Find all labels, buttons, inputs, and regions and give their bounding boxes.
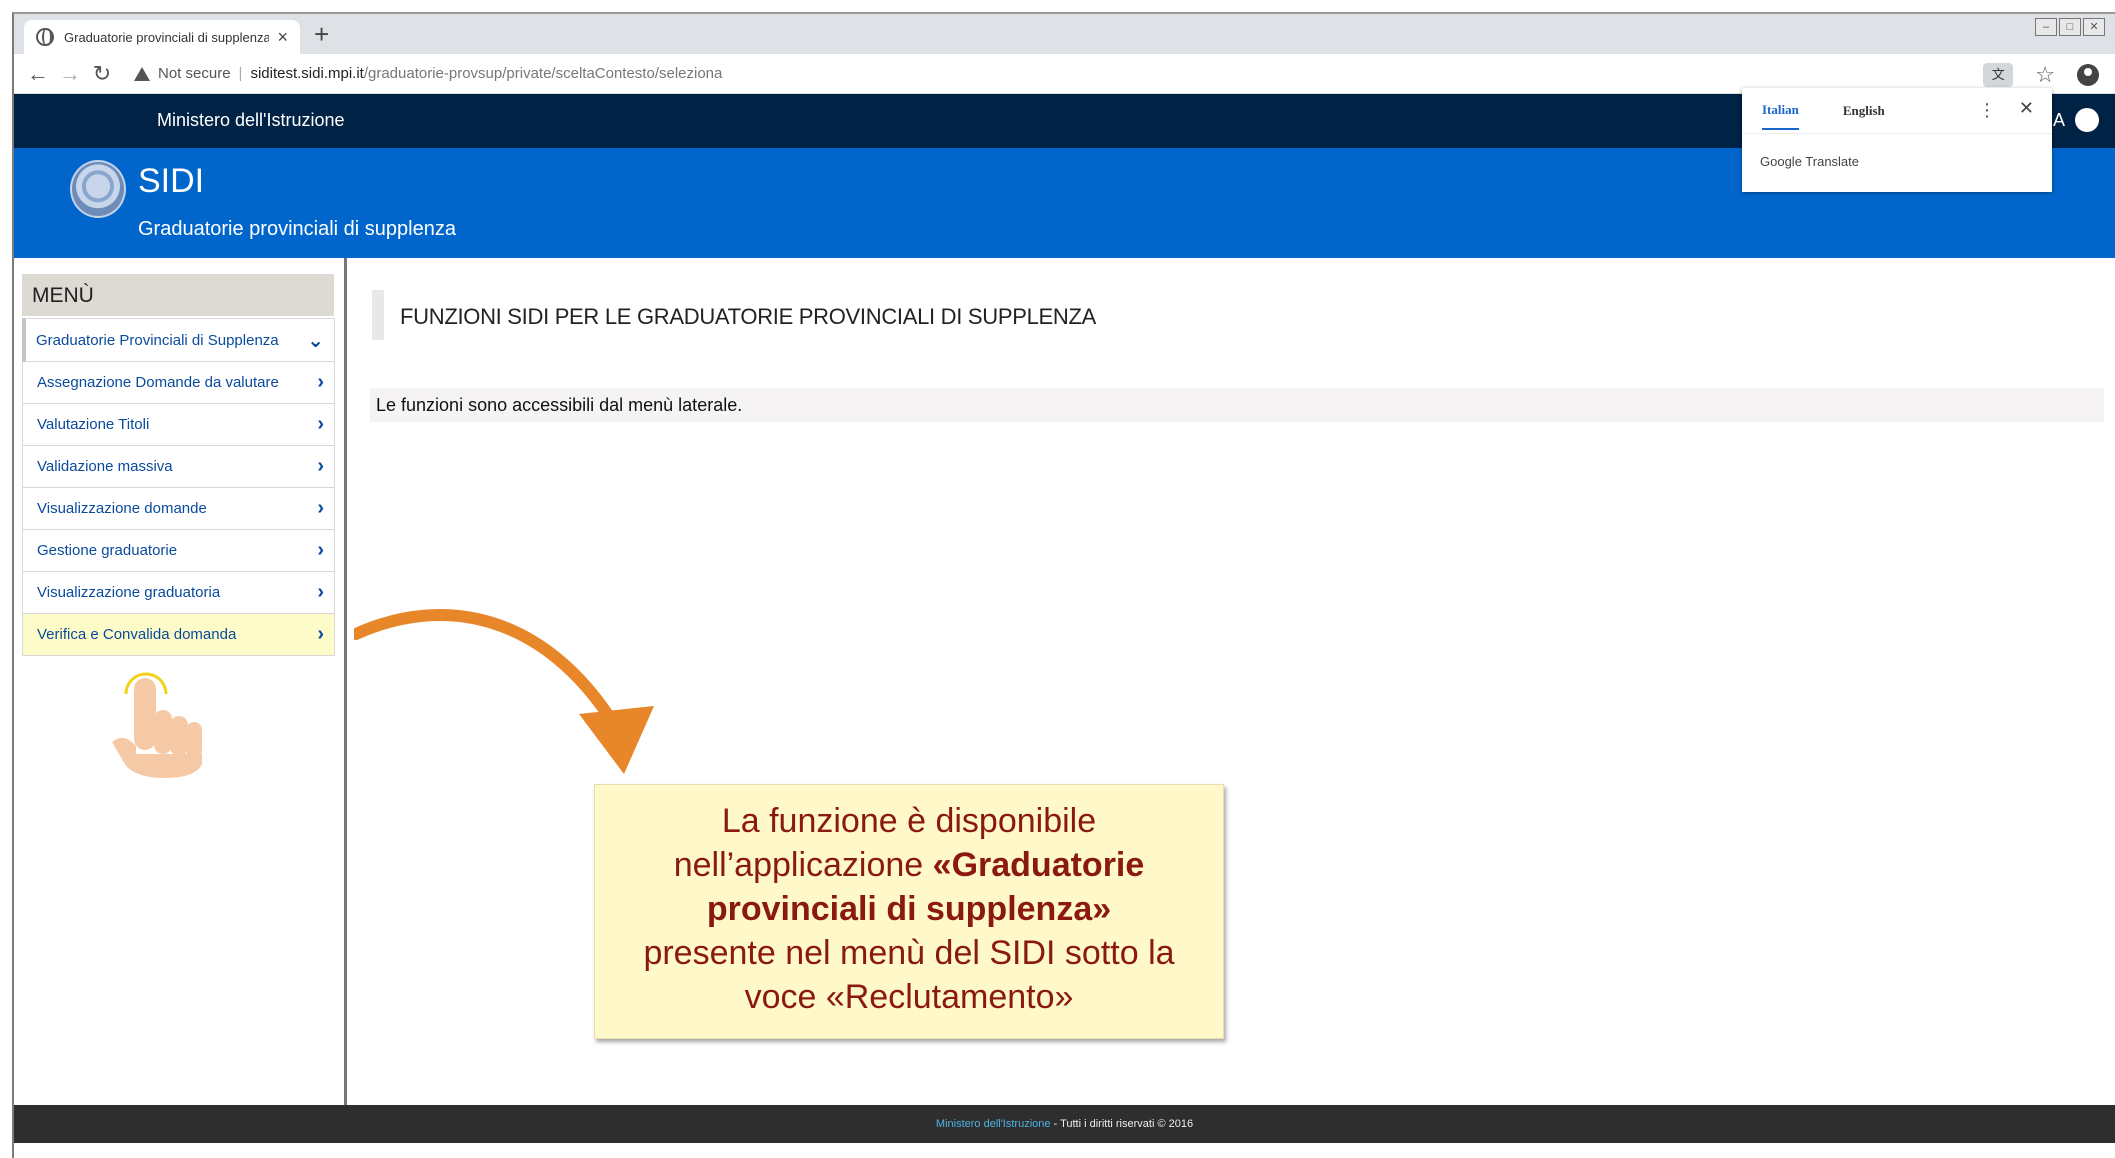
menu-item-label: Verifica e Convalida domanda <box>37 626 237 643</box>
font-size-icon[interactable]: A <box>2053 110 2065 131</box>
menu-item-visualizzazione-domande[interactable]: Visualizzazione domande › <box>22 488 335 530</box>
minimize-button[interactable]: – <box>2035 18 2057 36</box>
callout-app-name-1: «Graduatorie <box>932 846 1145 884</box>
chevron-right-icon: › <box>317 581 324 603</box>
translate-language-tabs: Italian English <box>1742 88 2052 134</box>
tab-title: Graduatorie provinciali di supplenza <box>64 29 270 45</box>
callout-app-name-2: provinciali di supplenza» <box>706 890 1112 928</box>
sidebar: MENÙ Graduatorie Provinciali di Supplenz… <box>14 258 347 1116</box>
forward-arrow-icon[interactable]: → <box>54 61 86 87</box>
translate-tab-english[interactable]: English <box>1843 93 1885 129</box>
maximize-button[interactable]: □ <box>2059 18 2081 36</box>
new-tab-button[interactable]: + <box>314 21 329 47</box>
menu-item-visualizzazione-graduatoria[interactable]: Visualizzazione graduatoria › <box>22 572 335 614</box>
translate-tab-italian[interactable]: Italian <box>1762 92 1799 130</box>
ministry-label: Ministero dell'Istruzione <box>157 110 345 130</box>
menu-section-label: Graduatorie Provinciali di Supplenza <box>36 331 279 349</box>
nav-right-icons: 文 ☆ <box>1983 62 2099 88</box>
footer: Ministero dell'Istruzione - Tutti i diri… <box>14 1105 2115 1143</box>
menu-item-label: Validazione massiva <box>37 458 173 475</box>
menu-item-validazione-massiva[interactable]: Validazione massiva › <box>22 446 335 488</box>
callout-line-3: provinciali di supplenza» <box>595 887 1223 931</box>
chevron-right-icon: › <box>317 539 324 561</box>
menu-item-verifica-convalida[interactable]: Verifica e Convalida domanda › <box>22 614 335 656</box>
reload-icon[interactable]: ↻ <box>86 61 118 87</box>
window-controls: – □ ✕ <box>2035 18 2105 36</box>
address-bar[interactable]: Not secure | siditest.sidi.mpi.it /gradu… <box>134 65 722 82</box>
menu-item-assegnazione[interactable]: Assegnazione Domande da valutare › <box>22 362 335 404</box>
info-text: Le funzioni sono accessibili dal menù la… <box>376 395 743 415</box>
chevron-right-icon: › <box>317 497 324 519</box>
callout-line-2: nell’applicazione «Graduatorie <box>595 843 1223 887</box>
chevron-right-icon: › <box>317 623 324 645</box>
menu-item-label: Valutazione Titoli <box>37 416 150 433</box>
url-host: siditest.sidi.mpi.it <box>250 65 364 82</box>
browser-tab-bar: Graduatorie provinciali di supplenza × +… <box>14 14 2115 54</box>
menu-section-graduatorie[interactable]: Graduatorie Provinciali di Supplenza ⌄ <box>22 318 335 362</box>
google-translate-brand: Google Translate <box>1760 154 1860 169</box>
chevron-right-icon: › <box>317 371 324 393</box>
menu-list: Graduatorie Provinciali di Supplenza ⌄ A… <box>22 318 335 656</box>
chevron-down-icon: ⌄ <box>307 329 324 352</box>
callout-line-4: presente nel menù del SIDI sotto la <box>643 934 1175 972</box>
footer-copyright: - Tutti i diritti riservati © 2016 <box>1050 1118 1194 1130</box>
chevron-right-icon: › <box>317 413 324 435</box>
republic-emblem-icon <box>70 160 126 218</box>
back-arrow-icon[interactable]: ← <box>22 61 54 87</box>
menu-item-valutazione-titoli[interactable]: Valutazione Titoli › <box>22 404 335 446</box>
callout-line-2-text: nell’applicazione <box>673 846 933 884</box>
globe-icon <box>36 28 54 46</box>
menu-item-label: Assegnazione Domande da valutare <box>37 374 279 391</box>
chevron-right-icon: › <box>317 455 324 477</box>
menu-item-label: Visualizzazione domande <box>37 500 207 517</box>
site-subtitle: Graduatorie provinciali di supplenza <box>138 218 456 240</box>
not-secure-label: Not secure <box>158 65 231 82</box>
close-icon[interactable]: ✕ <box>2019 98 2034 119</box>
profile-icon[interactable] <box>2077 64 2099 86</box>
browser-tab[interactable]: Graduatorie provinciali di supplenza × <box>24 20 300 54</box>
footer-ministry-link[interactable]: Ministero dell'Istruzione <box>936 1118 1051 1130</box>
more-options-icon[interactable]: ⋮ <box>1978 100 1996 121</box>
menu-item-gestione-graduatorie[interactable]: Gestione graduatorie › <box>22 530 335 572</box>
page-title: FUNZIONI SIDI PER LE GRADUATORIE PROVINC… <box>400 304 1096 329</box>
screen-frame: Graduatorie provinciali di supplenza × +… <box>12 12 2115 1158</box>
warning-icon <box>134 66 150 81</box>
menu-title: MENÙ <box>22 274 334 316</box>
user-account-icon[interactable] <box>2075 108 2099 132</box>
callout-line-5: voce «Reclutamento» <box>744 978 1074 1016</box>
site-name: SIDI <box>138 162 205 200</box>
translate-icon[interactable]: 文 <box>1983 63 2014 87</box>
tab-close-icon[interactable]: × <box>277 27 288 48</box>
close-window-button[interactable]: ✕ <box>2083 18 2105 36</box>
callout-line-1: La funzione è disponibile <box>721 802 1097 840</box>
translate-popup: Italian English ⋮ ✕ Google Translate <box>1742 88 2052 192</box>
page-bottom <box>14 1143 2115 1158</box>
curved-arrow-icon <box>354 609 654 774</box>
bookmark-star-icon[interactable]: ☆ <box>2035 62 2055 88</box>
url-separator: | <box>238 65 243 82</box>
url-path: /graduatorie-provsup/private/sceltaConte… <box>363 65 723 82</box>
menu-item-label: Visualizzazione graduatoria <box>37 584 221 601</box>
pointing-hand-icon <box>112 672 202 778</box>
callout-box: La funzione è disponibile nell’applicazi… <box>594 784 1224 1039</box>
title-accent-bar <box>372 290 384 340</box>
menu-item-label: Gestione graduatorie <box>37 542 178 559</box>
